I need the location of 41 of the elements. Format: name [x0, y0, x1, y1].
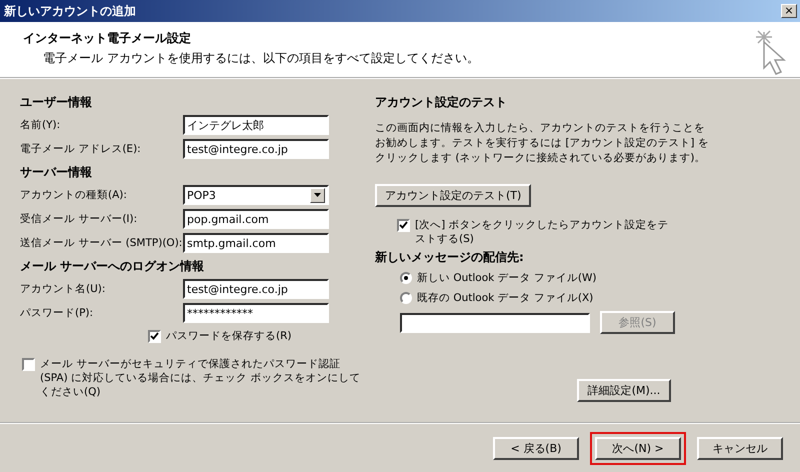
file-path-field[interactable]: [400, 312, 590, 332]
field-label: 名前(Y):: [20, 118, 62, 132]
checkbox-label: [次へ] ボタンをクリックしたらアカウント設定をテストする(S): [415, 218, 670, 246]
input-field[interactable]: pop.gmail.com: [183, 209, 329, 229]
close-button[interactable]: ×: [781, 4, 797, 18]
field-label: 送信メール サーバー (SMTP)(O):: [20, 236, 183, 250]
radio-button[interactable]: [400, 292, 412, 304]
field-label: アカウント名(U):: [20, 282, 106, 296]
field-label: 電子メール アドレス(E):: [20, 142, 142, 156]
input-field[interactable]: インテグレ太郎: [183, 115, 329, 135]
account-type-dropdown[interactable]: POP3: [183, 185, 329, 205]
input-field[interactable]: test@integre.co.jp: [183, 139, 329, 159]
section-heading: アカウント設定のテスト: [375, 94, 508, 110]
radio-button[interactable]: [400, 272, 412, 284]
checkbox[interactable]: [22, 358, 35, 371]
section-heading: 新しいメッセージの配信先:: [375, 248, 525, 266]
field-label: パスワード(P):: [20, 306, 94, 320]
field-label: アカウントの種類(A):: [20, 188, 128, 202]
footer-button[interactable]: 次へ(N) >: [595, 436, 681, 460]
radio-label: 既存の Outlook データ ファイル(X): [417, 291, 594, 305]
section-heading: メール サーバーへのログオン情報: [20, 258, 206, 274]
input-field[interactable]: test@integre.co.jp: [183, 279, 329, 299]
footer-button[interactable]: キャンセル: [697, 436, 783, 460]
section-heading: サーバー情報: [20, 164, 93, 180]
checkbox-label: パスワードを保存する(R): [166, 329, 292, 343]
description-text: この画面内に情報を入力したら、アカウントのテストを行うことをお勧めします。テストを実行するには [アカウント設定のテスト] をクリックします (ネットワークに接続されている必要があります)。: [375, 121, 710, 166]
header-subtitle: 電子メール アカウントを使用するには、以下の項目をすべて設定してください。: [43, 50, 479, 67]
input-field[interactable]: ************: [183, 303, 329, 323]
dropdown-arrow-icon: [314, 193, 321, 197]
field-label: 受信メール サーバー(I):: [20, 212, 138, 226]
window-title: 新しいアカウントの追加: [4, 2, 136, 20]
section-heading: ユーザー情報: [20, 94, 93, 110]
radio-label: 新しい Outlook データ ファイル(W): [417, 271, 596, 285]
input-field[interactable]: smtp.gmail.com: [183, 233, 329, 253]
advanced-settings-button[interactable]: 詳細設定(M)...: [577, 379, 671, 402]
checkbox[interactable]: [148, 330, 161, 343]
checkbox[interactable]: [397, 219, 410, 232]
test-account-button[interactable]: アカウント設定のテスト(T): [375, 184, 532, 207]
checkbox-label: メール サーバーがセキュリティで保護されたパスワード認証 (SPA) に対応している場合には、チェック ボックスをオンにしてください(Q): [40, 357, 362, 399]
footer-button[interactable]: < 戻る(B): [493, 436, 579, 460]
header-title: インターネット電子メール設定: [23, 30, 192, 47]
